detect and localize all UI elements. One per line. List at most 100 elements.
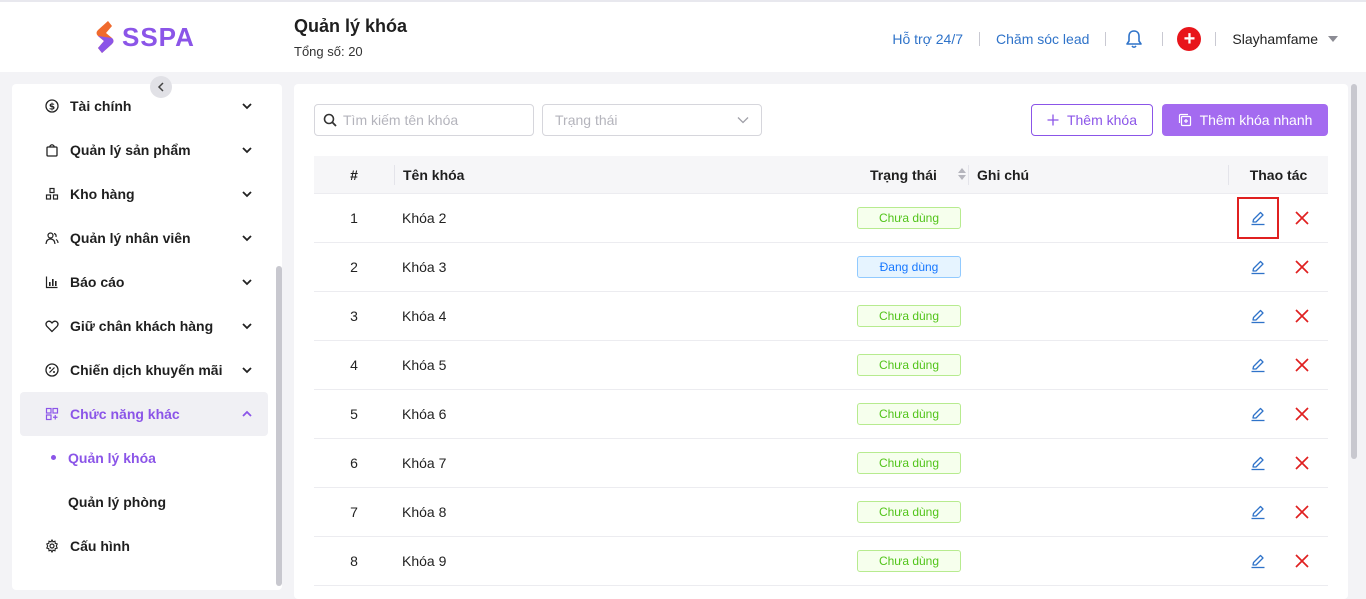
add-key-button[interactable]: Thêm khóa — [1031, 104, 1153, 136]
close-icon — [1295, 309, 1309, 323]
status-badge: Chưa dùng — [857, 501, 961, 523]
edit-button[interactable] — [1245, 548, 1271, 574]
sidebar-item-promotions[interactable]: Chiến dịch khuyến mãi — [20, 348, 268, 392]
status-badge: Chưa dùng — [857, 305, 961, 327]
row-key-name: Khóa 9 — [402, 553, 447, 569]
sidebar-item-label: Quản lý nhân viên — [70, 230, 191, 246]
status-select-placeholder: Trạng thái — [555, 112, 618, 128]
edit-icon — [1251, 358, 1265, 373]
row-index: 4 — [350, 357, 358, 373]
delete-button[interactable] — [1293, 454, 1311, 472]
chevron-down-icon — [242, 279, 252, 286]
status-badge: Đang dùng — [857, 256, 961, 278]
close-icon — [1295, 358, 1309, 372]
sidebar-item-label: Kho hàng — [70, 186, 135, 202]
row-actions — [1228, 352, 1328, 378]
chevron-down-icon — [242, 367, 252, 374]
sidebar-item-finance[interactable]: $ Tài chính — [20, 84, 268, 128]
chevron-down-icon — [242, 147, 252, 154]
row-actions — [1228, 499, 1328, 525]
users-icon — [45, 232, 59, 245]
support-link[interactable]: Hỗ trợ 24/7 — [876, 31, 979, 47]
lead-care-link[interactable]: Chăm sóc lead — [980, 31, 1105, 47]
header-divider — [1162, 32, 1164, 46]
sidebar-item-products[interactable]: Quản lý sản phẩm — [20, 128, 268, 172]
table-body: 1 Khóa 2 Chưa dùng 2 Khóa 3 Đang dùng 3 — [314, 194, 1328, 586]
sidebar-menu: $ Tài chính Quản lý sản phẩm Kho hàng Qu… — [20, 84, 268, 568]
edit-button[interactable] — [1245, 401, 1271, 427]
chevron-down-icon — [242, 235, 252, 242]
sidebar-item-reports[interactable]: Báo cáo — [20, 260, 268, 304]
search-box[interactable] — [314, 104, 534, 136]
delete-button[interactable] — [1293, 405, 1311, 423]
col-header-status[interactable]: Trạng thái — [850, 167, 968, 183]
edit-button[interactable] — [1237, 197, 1279, 239]
sidebar-item-other-functions[interactable]: Chức năng khác — [20, 392, 268, 436]
sidebar-item-label: Cấu hình — [70, 538, 130, 554]
search-icon — [323, 113, 337, 127]
edit-button[interactable] — [1245, 450, 1271, 476]
row-actions — [1228, 197, 1328, 239]
row-key-name: Khóa 8 — [402, 504, 447, 520]
chart-icon — [45, 276, 58, 289]
row-index: 8 — [350, 553, 358, 569]
delete-button[interactable] — [1293, 209, 1311, 227]
close-icon — [1295, 456, 1309, 470]
sidebar-item-retention[interactable]: Giữ chân khách hàng — [20, 304, 268, 348]
notification-button[interactable] — [1106, 29, 1162, 49]
chevron-down-icon — [737, 117, 749, 124]
table-row: 2 Khóa 3 Đang dùng — [314, 243, 1328, 292]
close-icon — [1295, 211, 1309, 225]
sidebar-scrollbar[interactable] — [276, 266, 282, 586]
delete-button[interactable] — [1293, 552, 1311, 570]
delete-button[interactable] — [1293, 258, 1311, 276]
edit-button[interactable] — [1245, 303, 1271, 329]
edit-button[interactable] — [1245, 352, 1271, 378]
chevron-down-icon — [242, 323, 252, 330]
status-select[interactable]: Trạng thái — [542, 104, 762, 136]
sidebar-item-label: Quản lý sản phẩm — [70, 142, 191, 158]
edit-icon — [1251, 260, 1265, 275]
edit-button[interactable] — [1245, 254, 1271, 280]
table-row: 5 Khóa 6 Chưa dùng — [314, 390, 1328, 439]
row-status-cell: Chưa dùng — [850, 452, 968, 474]
row-status-cell: Chưa dùng — [850, 501, 968, 523]
col-header-note: Ghi chú — [968, 164, 1228, 185]
boxes-icon — [45, 187, 59, 200]
table-row: 8 Khóa 9 Chưa dùng — [314, 537, 1328, 586]
sidebar-item-config[interactable]: Cấu hình — [20, 524, 268, 568]
status-badge: Chưa dùng — [857, 207, 961, 229]
gear-icon — [46, 539, 58, 553]
row-actions — [1228, 401, 1328, 427]
page-title: Quản lý khóa — [294, 16, 408, 36]
sidebar-item-warehouse[interactable]: Kho hàng — [20, 172, 268, 216]
svg-text:$: $ — [49, 103, 55, 113]
search-input[interactable] — [343, 112, 523, 128]
row-key-name: Khóa 4 — [402, 308, 447, 324]
delete-button[interactable] — [1293, 307, 1311, 325]
delete-button[interactable] — [1293, 356, 1311, 374]
close-icon — [1295, 260, 1309, 274]
status-badge: Chưa dùng — [857, 550, 961, 572]
sidebar-item-staff[interactable]: Quản lý nhân viên — [20, 216, 268, 260]
sidebar-subitem-key-management[interactable]: Quản lý khóa — [20, 436, 268, 480]
chevron-down-icon — [242, 103, 252, 110]
caret-down-icon[interactable] — [1328, 36, 1338, 42]
edit-button[interactable] — [1245, 499, 1271, 525]
status-badge: Chưa dùng — [857, 354, 961, 376]
edit-icon — [1251, 554, 1265, 569]
plus-circle-icon[interactable]: + — [1177, 27, 1202, 51]
quick-add-key-button[interactable]: Thêm khóa nhanh — [1162, 104, 1328, 136]
sidebar-subitem-room-management[interactable]: Quản lý phòng — [20, 480, 268, 524]
sidebar-collapse-button[interactable] — [150, 76, 172, 98]
logo[interactable]: SSPA — [94, 20, 195, 54]
page-scrollbar[interactable] — [1351, 84, 1357, 459]
delete-button[interactable] — [1293, 503, 1311, 521]
row-status-cell: Đang dùng — [850, 256, 968, 278]
chevron-left-icon — [157, 82, 164, 92]
sort-icon[interactable] — [958, 167, 966, 180]
logo-text: SSPA — [122, 21, 195, 52]
table-row: 3 Khóa 4 Chưa dùng — [314, 292, 1328, 341]
row-status-cell: Chưa dùng — [850, 305, 968, 327]
user-name[interactable]: Slayhamfame — [1216, 31, 1318, 47]
